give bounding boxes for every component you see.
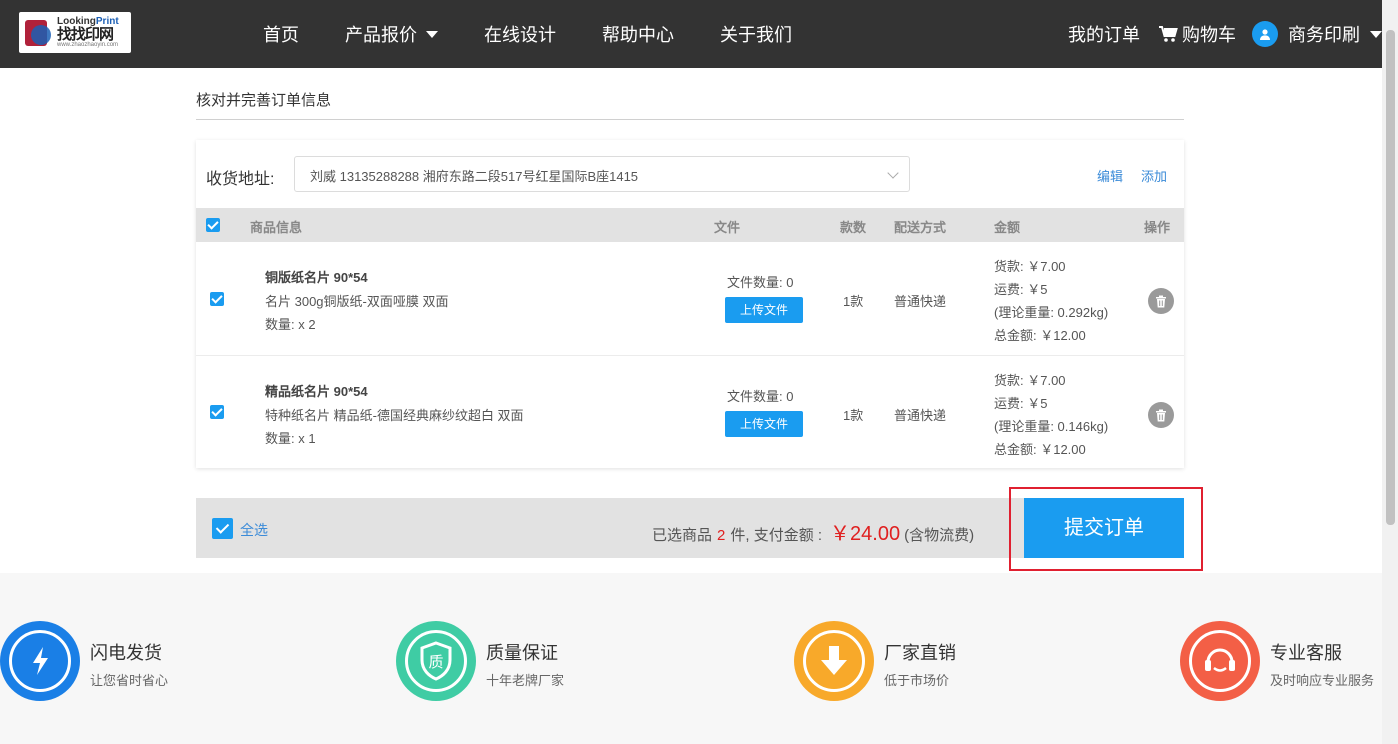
shipping-method: 普通快递 [894,294,947,309]
logo-chinese: 找找印网 [57,26,114,43]
col-amount: 金额 [994,220,1021,235]
download-arrow-icon [794,621,874,701]
my-orders-link[interactable]: 我的订单 [1068,21,1140,47]
col-count: 款数 [840,220,867,235]
row-total: 总金额: ￥12.00 [994,442,1086,457]
total-amount: ￥24.00 [830,523,901,545]
feature-title: 专业客服 [1270,643,1342,663]
product-name: 铜版纸名片 90*54 [265,270,368,285]
upload-file-button[interactable]: 上传文件 [725,297,803,323]
feature-title: 质量保证 [486,643,558,663]
cart-icon [1159,26,1178,42]
user-avatar-icon [1252,21,1278,47]
trash-icon [1156,409,1166,421]
scrollbar-thumb[interactable] [1386,30,1395,525]
goods-amount: 货款: ￥7.00 [994,373,1066,388]
quality-shield-icon: 质 [396,621,476,701]
product-name: 精品纸名片 90*54 [265,384,368,399]
page-title: 核对并完善订单信息 [196,92,332,109]
col-action: 操作 [1144,220,1171,235]
chevron-down-icon [887,167,899,179]
select-all-checkbox[interactable] [212,518,233,539]
lightning-icon [0,621,80,701]
headset-icon [1180,621,1260,701]
table-row: 精品纸名片 90*54 特种纸名片 精品纸-德国经典麻纱纹超白 双面 数量: x… [196,355,1184,468]
file-count: 文件数量: 0 [727,389,794,404]
freight-amount: 运费: ￥5 [994,282,1048,297]
row-select-checkbox[interactable] [210,405,224,419]
style-count: 1款 [843,294,864,309]
order-card: 收货地址: 刘威 13135288288 湘府东路二段517号红星国际B座141… [196,140,1184,468]
upload-file-button[interactable]: 上传文件 [725,411,803,437]
features-strip: 闪电发货 让您省时省心 质 质量保证 十年老牌厂家 厂家直销 低于市场价 专业客… [0,573,1382,744]
product-qty: 数量: x 1 [265,431,316,446]
title-divider [196,119,1184,120]
weight-info: (理论重量: 0.146kg) [994,419,1109,434]
goods-amount: 货款: ￥7.00 [994,259,1066,274]
logo-url: www.zhaozhaoyin.com [57,42,119,48]
top-header: LookingPrint 找找印网 www.zhaozhaoyin.com 首页… [0,0,1382,68]
nav-help-center[interactable]: 帮助中心 [602,21,674,47]
product-desc: 名片 300g铜版纸-双面哑膜 双面 [265,294,449,309]
col-file: 文件 [714,220,741,235]
col-shipping: 配送方式 [894,220,947,235]
selected-count: 2 [717,527,726,544]
trash-icon [1156,295,1166,307]
row-total: 总金额: ￥12.00 [994,328,1086,343]
product-qty: 数量: x 2 [265,317,316,332]
add-address-link[interactable]: 添加 [1141,166,1167,185]
delete-button[interactable] [1148,402,1174,428]
main-nav: 首页 产品报价 在线设计 帮助中心 关于我们 [263,0,838,68]
page-scrollbar[interactable] [1382,0,1398,744]
logo-mark-icon [23,17,53,49]
select-all-label[interactable]: 全选 [240,520,268,540]
table-row: 铜版纸名片 90*54 名片 300g铜版纸-双面哑膜 双面 数量: x 2 文… [196,242,1184,355]
chevron-down-icon [1370,30,1382,38]
nav-about-us[interactable]: 关于我们 [720,21,792,47]
nav-product-pricing[interactable]: 产品报价 [345,21,438,47]
order-summary: 已选商品 2 件, 支付金额 : ￥24.00 (含物流费) [652,517,974,546]
feature-subtitle: 十年老牌厂家 [486,673,565,688]
address-label: 收货地址: [206,171,275,188]
nav-home[interactable]: 首页 [263,21,299,47]
freight-amount: 运费: ￥5 [994,396,1048,411]
user-menu[interactable]: 商务印刷 [1252,21,1382,47]
selected-label: 已选商品 [652,527,713,544]
feature-subtitle: 及时响应专业服务 [1270,673,1375,688]
product-desc: 特种纸名片 精品纸-德国经典麻纱纹超白 双面 [265,408,524,423]
edit-address-link[interactable]: 编辑 [1097,166,1123,185]
cart-link[interactable]: 购物车 [1158,21,1236,47]
col-product: 商品信息 [250,220,303,235]
highlight-box [1009,487,1203,571]
row-select-checkbox[interactable] [210,292,224,306]
shipping-included-note: (含物流费) [904,527,975,544]
address-select[interactable]: 刘威 13135288288 湘府东路二段517号红星国际B座1415 [294,156,910,192]
pay-amount-label: 件, 支付金额 : [730,527,823,544]
header-select-checkbox[interactable] [206,218,220,232]
feature-title: 闪电发货 [90,643,162,663]
feature-subtitle: 让您省时省心 [90,673,169,688]
svg-text:质: 质 [428,653,443,671]
shipping-method: 普通快递 [894,408,947,423]
header-user-area: 我的订单 购物车 商务印刷 [1068,0,1382,68]
feature-title: 厂家直销 [884,643,956,663]
weight-info: (理论重量: 0.292kg) [994,305,1109,320]
chevron-down-icon [426,30,438,38]
nav-online-design[interactable]: 在线设计 [484,21,556,47]
style-count: 1款 [843,408,864,423]
file-count: 文件数量: 0 [727,275,794,290]
site-logo[interactable]: LookingPrint 找找印网 www.zhaozhaoyin.com [19,12,131,53]
feature-subtitle: 低于市场价 [884,673,950,688]
delete-button[interactable] [1148,288,1174,314]
table-header: 商品信息 文件 款数 配送方式 金额 操作 [196,208,1184,242]
